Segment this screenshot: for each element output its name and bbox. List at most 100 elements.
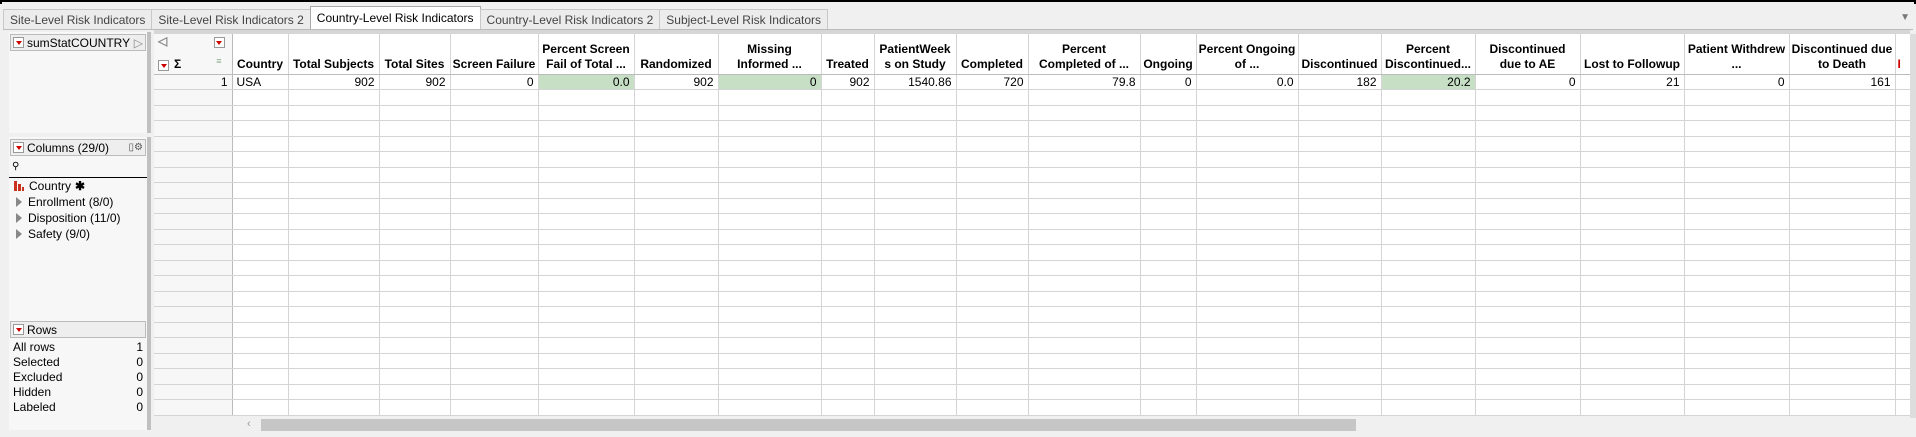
- tab-bar: Site-Level Risk Indicators Site-Level Ris…: [3, 6, 828, 30]
- column-list-item[interactable]: Disposition (11/0): [9, 210, 147, 226]
- empty-cell: [1298, 353, 1382, 369]
- column-list-item[interactable]: Country ✱: [9, 178, 147, 194]
- red-triangle-menu-icon[interactable]: [13, 37, 24, 48]
- vertical-scrollbar[interactable]: [1910, 34, 1916, 418]
- column-header[interactable]: Percent Ongoing of ...: [1196, 34, 1299, 75]
- empty-cell: [956, 260, 1029, 276]
- empty-cell: [1684, 368, 1790, 385]
- rows-header[interactable]: Rows: [10, 321, 146, 338]
- expand-group-icon[interactable]: [16, 213, 22, 223]
- table-panel: sumStatCOUNTRY ▷: [9, 32, 151, 133]
- empty-cell: [1580, 384, 1685, 400]
- table-cell[interactable]: [1895, 74, 1910, 90]
- column-label: Safety (9/0): [28, 227, 91, 241]
- table-cell[interactable]: 21: [1580, 74, 1685, 90]
- column-list-item[interactable]: Safety (9/0): [9, 226, 147, 242]
- scrollbar-thumb[interactable]: [261, 419, 1356, 431]
- column-header[interactable]: Total Sites: [379, 34, 451, 75]
- table-cell[interactable]: 720: [956, 74, 1029, 90]
- empty-cell: [288, 368, 380, 385]
- expand-group-icon[interactable]: [16, 197, 22, 207]
- table-cell[interactable]: 182: [1298, 74, 1382, 90]
- empty-cell: [1789, 167, 1896, 183]
- column-header[interactable]: Completed: [956, 34, 1029, 75]
- red-triangle-menu-icon[interactable]: [213, 37, 225, 48]
- empty-row: [154, 120, 1910, 137]
- row-number[interactable]: 1: [154, 74, 233, 90]
- table-cell[interactable]: 0.0: [1196, 74, 1299, 90]
- column-header[interactable]: Percent Discontinued...: [1381, 34, 1476, 75]
- empty-cell: [821, 198, 875, 214]
- empty-cell: [1475, 136, 1581, 152]
- column-header[interactable]: Screen Failure: [450, 34, 539, 75]
- empty-cell: [1381, 353, 1476, 369]
- tab-overflow-icon[interactable]: ▼: [1900, 12, 1910, 23]
- table-cell[interactable]: 0: [718, 74, 822, 90]
- column-header[interactable]: PatientWeek s on Study: [874, 34, 957, 75]
- column-header[interactable]: Discontinued due to AE: [1475, 34, 1581, 75]
- table-cell[interactable]: 902: [634, 74, 719, 90]
- empty-cell: [154, 337, 233, 354]
- table-cell[interactable]: USA: [232, 74, 289, 90]
- table-cell[interactable]: 161: [1789, 74, 1896, 90]
- tab-0[interactable]: Site-Level Risk Indicators: [3, 9, 153, 30]
- table-cell[interactable]: 1540.86: [874, 74, 957, 90]
- red-triangle-menu-icon[interactable]: [13, 142, 24, 153]
- tab-2[interactable]: Country-Level Risk Indicators: [309, 6, 481, 30]
- column-header[interactable]: Lost to Followup: [1580, 34, 1685, 75]
- table-cell[interactable]: 0: [1684, 74, 1790, 90]
- scroll-left-icon[interactable]: ‹: [247, 418, 251, 430]
- table-cell[interactable]: 0: [1140, 74, 1197, 90]
- empty-cell: [1895, 260, 1910, 276]
- sigma-icon[interactable]: Σ: [174, 57, 181, 72]
- column-header[interactable]: Total Subjects: [288, 34, 380, 75]
- empty-cell: [634, 120, 719, 137]
- tab-3[interactable]: Country-Level Risk Indicators 2: [479, 9, 661, 30]
- column-header[interactable]: Country: [232, 34, 289, 75]
- horizontal-scrollbar[interactable]: ‹: [243, 418, 1903, 432]
- column-header[interactable]: I: [1895, 34, 1910, 75]
- empty-cell: [1381, 244, 1476, 261]
- grid-corner[interactable]: ◁ Σ ≡: [154, 34, 233, 75]
- table-cell[interactable]: 902: [821, 74, 875, 90]
- table-cell[interactable]: 902: [288, 74, 380, 90]
- column-header[interactable]: Ongoing: [1140, 34, 1197, 75]
- empty-cell: [956, 337, 1029, 354]
- column-header[interactable]: Patient Withdrew ...: [1684, 34, 1790, 75]
- column-list-item[interactable]: Enrollment (8/0): [9, 194, 147, 210]
- column-search-input[interactable]: ⚲: [9, 158, 147, 178]
- empty-cell: [1895, 368, 1910, 385]
- column-header[interactable]: Treated: [821, 34, 875, 75]
- empty-cell: [1196, 291, 1299, 307]
- table-name-header[interactable]: sumStatCOUNTRY ▷: [10, 34, 146, 51]
- table-cell[interactable]: 0: [450, 74, 539, 90]
- empty-cell: [154, 167, 233, 183]
- columns-header[interactable]: Columns (29/0) ▯⚙: [10, 139, 146, 156]
- column-settings-icon[interactable]: ▯⚙: [129, 142, 143, 153]
- column-header[interactable]: Missing Informed ...: [718, 34, 822, 75]
- tab-4[interactable]: Subject-Level Risk Indicators: [659, 9, 828, 30]
- expand-group-icon[interactable]: [16, 229, 22, 239]
- expand-arrow-icon[interactable]: ▷: [134, 36, 143, 50]
- column-header[interactable]: Discontinued due to Death: [1789, 34, 1896, 75]
- empty-cell: [1028, 337, 1141, 354]
- table-cell[interactable]: 0.0: [538, 74, 635, 90]
- table-cell[interactable]: 0: [1475, 74, 1581, 90]
- empty-cell: [1580, 167, 1685, 183]
- rows-summary-label: Hidden: [13, 385, 52, 399]
- table-cell[interactable]: 79.8: [1028, 74, 1141, 90]
- empty-cell: [1298, 399, 1382, 416]
- table-row[interactable]: 1 USA 902 902 0 0.0 902 0 902 1540.86 720 79.8 0 0.0 1…: [154, 74, 1910, 90]
- empty-cell: [1196, 384, 1299, 400]
- tab-1[interactable]: Site-Level Risk Indicators 2: [151, 9, 311, 30]
- column-header[interactable]: Randomized: [634, 34, 719, 75]
- column-header[interactable]: Percent Screen Fail of Total ...: [538, 34, 635, 75]
- column-header[interactable]: Percent Completed of ...: [1028, 34, 1141, 75]
- scroll-left-icon[interactable]: ◁: [158, 34, 167, 49]
- column-header[interactable]: Discontinued: [1298, 34, 1382, 75]
- empty-cell: [1381, 337, 1476, 354]
- table-cell[interactable]: 902: [379, 74, 451, 90]
- red-triangle-menu-icon[interactable]: [13, 324, 24, 335]
- table-cell[interactable]: 20.2: [1381, 74, 1476, 90]
- red-triangle-menu-icon[interactable]: [158, 59, 169, 71]
